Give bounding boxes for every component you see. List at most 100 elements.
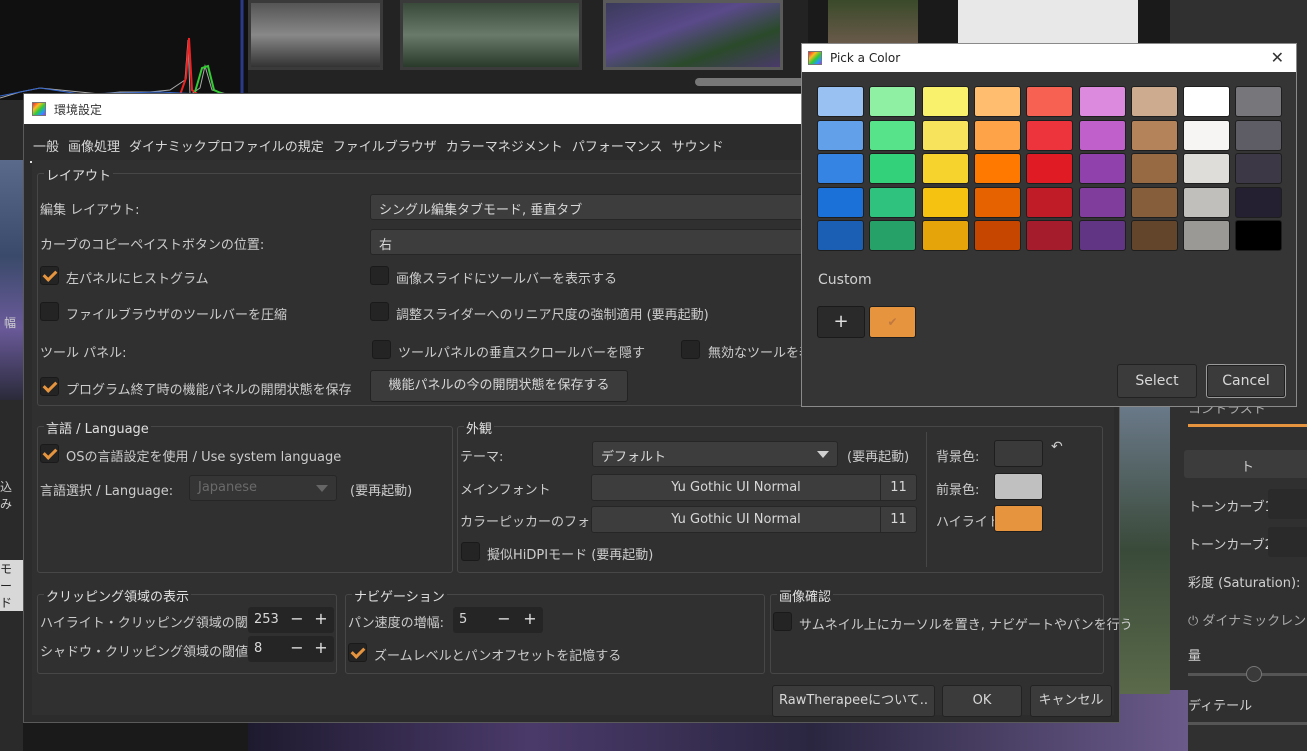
- palette-swatch[interactable]: [973, 153, 1021, 185]
- plus-icon[interactable]: +: [310, 609, 332, 629]
- contrast-slider[interactable]: [1188, 424, 1307, 427]
- cancel-button[interactable]: キャンセル: [1030, 685, 1112, 717]
- language-select[interactable]: Japanese: [189, 475, 337, 501]
- palette-swatch[interactable]: [1130, 186, 1178, 218]
- palette-swatch[interactable]: [817, 186, 864, 218]
- close-icon[interactable]: ✕: [1271, 48, 1284, 67]
- compress-fb-toolbar-checkbox[interactable]: [40, 302, 59, 321]
- palette-swatch[interactable]: [1235, 186, 1283, 218]
- hide-tool-scrollbar-checkbox[interactable]: [372, 340, 391, 359]
- palette-swatch[interactable]: [817, 153, 864, 185]
- plus-icon[interactable]: +: [310, 638, 332, 658]
- palette-swatch[interactable]: [921, 86, 969, 117]
- palette-swatch[interactable]: [1026, 186, 1074, 218]
- palette-swatch[interactable]: [1026, 220, 1074, 252]
- palette-swatch[interactable]: [1235, 220, 1283, 252]
- palette-swatch[interactable]: [1183, 220, 1231, 252]
- thumb-nav-checkbox[interactable]: [773, 612, 792, 631]
- palette-swatch[interactable]: [973, 186, 1021, 218]
- picker-cancel-button[interactable]: Cancel: [1206, 364, 1286, 398]
- palette-swatch[interactable]: [869, 86, 917, 117]
- tone-curve1-select[interactable]: [1268, 489, 1307, 519]
- save-panel-now-button[interactable]: 機能パネルの今の開閉状態を保存する: [370, 370, 628, 402]
- tone-button[interactable]: ト: [1184, 450, 1307, 478]
- shadow-clip-spinner[interactable]: 8 − +: [248, 636, 334, 662]
- select-button[interactable]: Select: [1117, 364, 1197, 398]
- force-linear-slider-label: 調整スライダーへのリニア尺度の強制適用 (要再起動): [396, 308, 709, 323]
- custom-color-swatch[interactable]: ✔: [869, 306, 916, 338]
- palette-swatch[interactable]: [817, 220, 864, 252]
- detail-slider[interactable]: [1188, 722, 1307, 725]
- tone-curve2-select[interactable]: [1268, 527, 1307, 557]
- palette-swatch[interactable]: [921, 220, 969, 252]
- fg-color-swatch[interactable]: [994, 473, 1043, 500]
- save-panel-state-checkbox[interactable]: [40, 377, 59, 396]
- palette-swatch[interactable]: [1130, 220, 1178, 252]
- palette-swatch[interactable]: [1235, 153, 1283, 185]
- palette-swatch[interactable]: [817, 119, 864, 151]
- minus-icon[interactable]: −: [286, 609, 308, 629]
- palette-swatch[interactable]: [1078, 86, 1126, 117]
- palette-swatch[interactable]: [1183, 119, 1231, 151]
- palette-swatch[interactable]: [817, 86, 864, 117]
- highlight-color-swatch[interactable]: [994, 505, 1043, 532]
- palette-swatch[interactable]: [869, 220, 917, 252]
- palette-swatch[interactable]: [1026, 153, 1074, 185]
- about-button[interactable]: RawTherapeeについて..: [772, 685, 935, 717]
- remember-zoom-checkbox[interactable]: [348, 643, 367, 662]
- palette-swatch[interactable]: [1235, 119, 1283, 151]
- bg-color-swatch[interactable]: [994, 440, 1043, 467]
- thumbnail-selected[interactable]: [603, 0, 783, 70]
- ok-button[interactable]: OK: [942, 685, 1022, 717]
- tab-general[interactable]: 一般: [30, 134, 63, 163]
- palette-swatch[interactable]: [1078, 153, 1126, 185]
- pan-speed-spinner[interactable]: 5 − +: [453, 607, 543, 633]
- palette-swatch[interactable]: [869, 186, 917, 218]
- picker-font-button[interactable]: Yu Gothic UI Normal 11: [591, 506, 917, 533]
- highlight-clip-spinner[interactable]: 253 − +: [248, 607, 334, 633]
- tab-color-management[interactable]: カラーマネジメント: [443, 134, 566, 163]
- palette-swatch[interactable]: [1183, 86, 1231, 117]
- palette-swatch[interactable]: [921, 186, 969, 218]
- palette-swatch[interactable]: [1026, 86, 1074, 117]
- pseudo-hidpi-checkbox[interactable]: [461, 542, 480, 561]
- palette-swatch[interactable]: [1026, 119, 1074, 151]
- show-toolbar-slider-checkbox[interactable]: [370, 266, 389, 285]
- palette-swatch[interactable]: [1130, 153, 1178, 185]
- amount-slider-handle[interactable]: [1246, 666, 1262, 682]
- palette-swatch[interactable]: [921, 119, 969, 151]
- reset-icon[interactable]: ↶: [1051, 439, 1063, 455]
- tab-file-browser[interactable]: ファイルブラウザ: [330, 134, 440, 163]
- thumbnail[interactable]: [248, 0, 383, 70]
- palette-swatch[interactable]: [1235, 86, 1283, 117]
- main-font-button[interactable]: Yu Gothic UI Normal 11: [591, 474, 917, 501]
- palette-swatch[interactable]: [1078, 119, 1126, 151]
- use-system-language-checkbox[interactable]: [40, 444, 59, 463]
- palette-swatch[interactable]: [1130, 86, 1178, 117]
- tab-performance[interactable]: パフォーマンス: [569, 134, 666, 163]
- palette-swatch[interactable]: [921, 153, 969, 185]
- palette-swatch[interactable]: [1130, 119, 1178, 151]
- palette-swatch[interactable]: [869, 119, 917, 151]
- disabled-tools-checkbox[interactable]: [681, 340, 700, 359]
- palette-swatch[interactable]: [869, 153, 917, 185]
- tab-dynamic-profile[interactable]: ダイナミックプロファイルの規定: [126, 134, 327, 163]
- palette-swatch[interactable]: [1183, 186, 1231, 218]
- tab-sound[interactable]: サウンド: [669, 134, 727, 163]
- add-custom-color-button[interactable]: +: [817, 306, 865, 338]
- thumbnail[interactable]: [400, 0, 582, 70]
- palette-swatch[interactable]: [1183, 153, 1231, 185]
- hist-left-panel-checkbox[interactable]: [40, 266, 59, 285]
- force-linear-slider-checkbox[interactable]: [370, 302, 389, 321]
- filmstrip-scrollbar[interactable]: [695, 78, 805, 86]
- tab-image-processing[interactable]: 画像処理: [65, 134, 123, 163]
- palette-swatch[interactable]: [973, 86, 1021, 117]
- minus-icon[interactable]: −: [493, 609, 515, 629]
- palette-swatch[interactable]: [1078, 186, 1126, 218]
- minus-icon[interactable]: −: [286, 638, 308, 658]
- plus-icon[interactable]: +: [519, 609, 541, 629]
- palette-swatch[interactable]: [973, 119, 1021, 151]
- palette-swatch[interactable]: [973, 220, 1021, 252]
- theme-select[interactable]: デフォルト: [592, 441, 838, 467]
- palette-swatch[interactable]: [1078, 220, 1126, 252]
